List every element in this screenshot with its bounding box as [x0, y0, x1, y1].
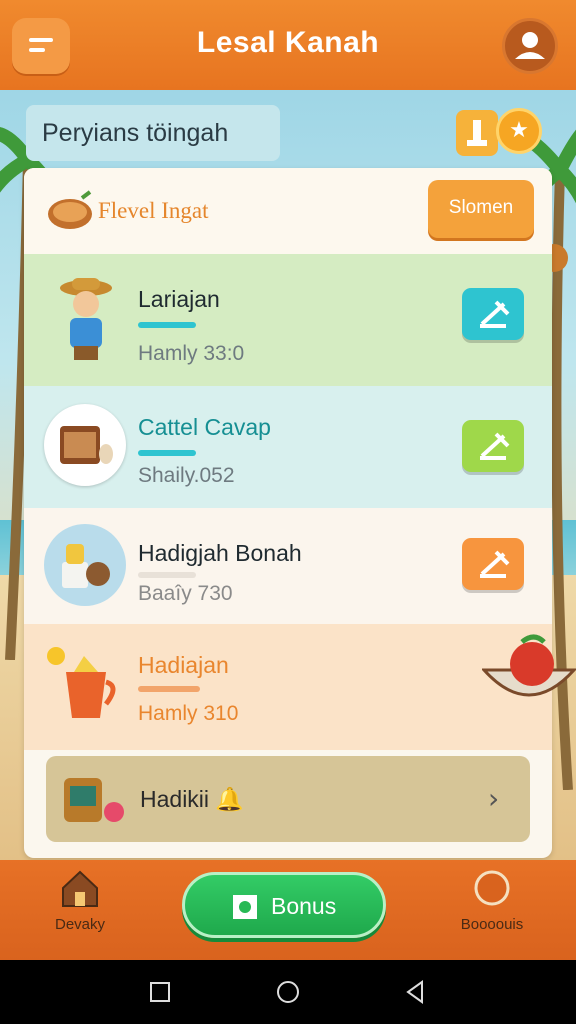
- machine-icon: [64, 778, 124, 822]
- item-subtext: Hamly 33:0: [138, 342, 245, 365]
- progress-bar: [138, 322, 196, 328]
- item-subtext: Hamly 310: [138, 702, 239, 725]
- item-name: Lariajan: [138, 286, 220, 312]
- item-subtext: Shaily.052: [138, 464, 235, 487]
- cup-icon: [47, 647, 116, 718]
- basket-icon: [48, 190, 92, 229]
- bonus-button[interactable]: Bonus: [182, 872, 386, 938]
- user-icon: [515, 32, 545, 59]
- subtitle-label: Peryians töingah: [26, 105, 280, 161]
- progress-bar: [138, 572, 196, 578]
- card-header: Flevel Ingat Slomen: [24, 168, 552, 254]
- bottom-nav: Devaky Bonus Boooouis: [0, 860, 576, 960]
- list-item[interactable]: Hadigjah Bonah Baaîy 730: [24, 508, 552, 624]
- nav-label: Boooouis: [460, 916, 524, 933]
- list-item[interactable]: Cattel Cavap Shaily.052: [24, 386, 552, 508]
- item-subtext: Baaîy 730: [138, 582, 233, 605]
- app-title: Lesal Kanah: [196, 26, 380, 59]
- home-icon[interactable]: [274, 978, 302, 1006]
- hammer-shortcut-button[interactable]: [456, 110, 498, 156]
- upgrade-button[interactable]: [462, 538, 524, 590]
- profile-button[interactable]: [502, 18, 558, 74]
- back-icon[interactable]: [402, 978, 430, 1006]
- crate-icon: [60, 426, 113, 464]
- nav-bonus-circle[interactable]: Boooouis: [442, 868, 542, 933]
- item-avatar: [44, 404, 126, 486]
- item-name: Hadiajan: [138, 652, 229, 678]
- hammer-icon: [480, 432, 510, 460]
- bonus-label: Bonus: [271, 893, 337, 919]
- puzzle-icon: [233, 895, 257, 919]
- task-card: Flevel Ingat Slomen Lariajan Hamly 33:0: [24, 168, 552, 858]
- star-button[interactable]: ★: [496, 108, 542, 154]
- progress-bar: [138, 450, 196, 456]
- card-header-title: Flevel Ingat: [98, 198, 209, 223]
- item-name: Hadigjah Bonah: [138, 540, 302, 566]
- progress-bar: [138, 686, 200, 692]
- game-screen: Lesal Kanah Peryians töingah ★ Flevel In…: [0, 0, 576, 1024]
- chevron-right-icon: ›: [488, 782, 500, 815]
- fruit-bowl-decoration: [482, 634, 576, 697]
- hammer-icon: [467, 120, 487, 146]
- special-item-label: Hadikii 🔔: [140, 786, 245, 812]
- farmer-icon: [60, 278, 112, 360]
- hammer-icon: [480, 550, 510, 578]
- list-item[interactable]: Lariajan Hamly 33:0: [24, 254, 552, 386]
- hammer-icon: [480, 300, 510, 328]
- recents-icon[interactable]: [146, 978, 174, 1006]
- upgrade-button[interactable]: [462, 420, 524, 472]
- upgrade-button[interactable]: [462, 288, 524, 340]
- circle-icon: [474, 870, 510, 906]
- nav-label: Devaky: [54, 916, 106, 933]
- system-nav-bar: [0, 960, 576, 1024]
- card-cta-button[interactable]: Slomen: [428, 180, 534, 238]
- list-item[interactable]: Hadiajan Hamly 310: [24, 624, 552, 750]
- top-header: Lesal Kanah: [0, 0, 576, 90]
- nav-home[interactable]: Devaky: [30, 868, 130, 933]
- item-avatar: [44, 524, 126, 606]
- goods-icon: [62, 544, 110, 588]
- special-item-row[interactable]: Hadikii 🔔 ›: [46, 756, 530, 842]
- item-name: Cattel Cavap: [138, 414, 271, 440]
- bell-icon: 🔔: [215, 786, 245, 812]
- star-icon: ★: [509, 118, 529, 143]
- house-icon: [62, 870, 98, 907]
